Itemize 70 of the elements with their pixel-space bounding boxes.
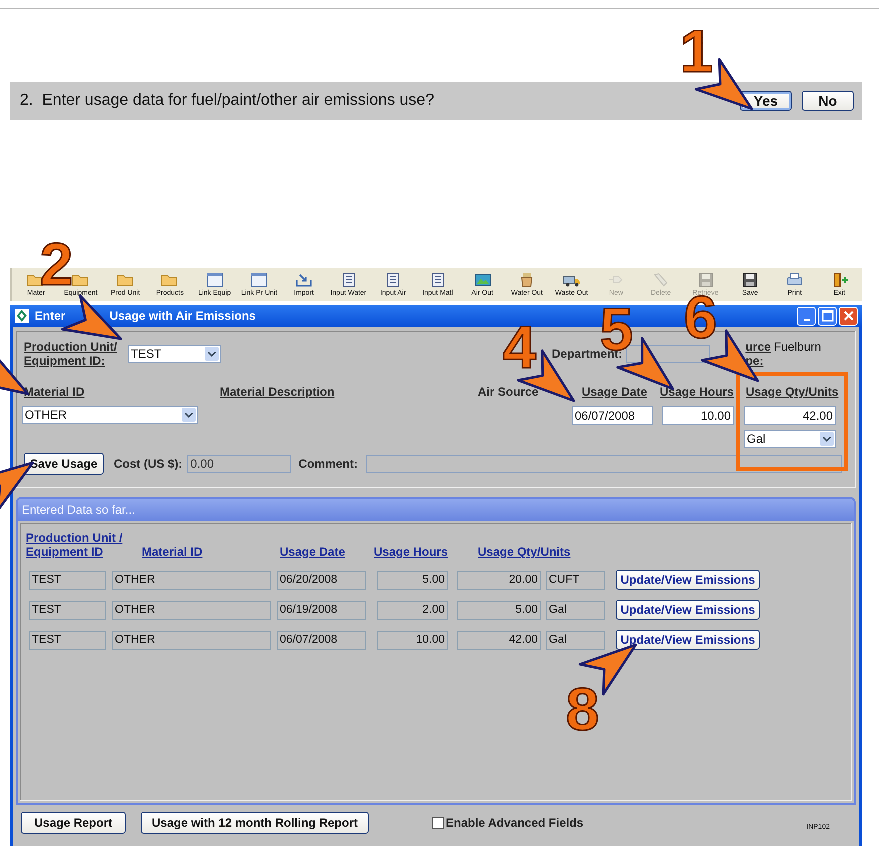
column-header: Material Description [220, 385, 336, 399]
report-button[interactable]: Usage Report [21, 812, 126, 834]
window-icon [206, 272, 224, 288]
column-header: Usage Hours [374, 545, 450, 559]
close-button[interactable] [839, 306, 858, 326]
usage-hours-field[interactable]: 10.00 [662, 406, 734, 425]
table-cell: Gal [546, 630, 605, 650]
usage-qty-field[interactable]: 42.00 [744, 406, 836, 425]
column-header: Usage Date [582, 385, 648, 399]
field-label: Cost (US $): [114, 457, 183, 471]
minimize-icon [804, 319, 810, 321]
comment-field[interactable] [366, 455, 842, 473]
table-cell: TEST [29, 600, 106, 620]
advanced-fields-checkbox[interactable]: Enable Advanced Fields [432, 816, 584, 830]
maximize-icon [822, 310, 834, 322]
table-cell: 5.00 [377, 570, 448, 590]
update-emissions-button[interactable]: Update/View Emissions [616, 630, 760, 650]
equipment-dropdown[interactable]: TEST [128, 345, 221, 363]
floppy-icon [741, 272, 760, 288]
step-number: 4 [503, 326, 536, 370]
table-cell: 42.00 [457, 630, 541, 650]
column-header: Usage Hours [660, 385, 736, 399]
report-button[interactable]: Usage with 12 month Rolling Report [141, 812, 369, 834]
column-header: Air Source [478, 385, 540, 399]
column-header: Production Unit / Equipment ID [26, 531, 124, 559]
table-cell: 10.00 [377, 630, 448, 650]
window-icon [250, 272, 268, 288]
update-emissions-button[interactable]: Update/View Emissions [616, 600, 760, 620]
table-cell: OTHER [112, 630, 271, 650]
table-cell: 2.00 [377, 600, 448, 620]
window-title: Enter [35, 309, 66, 323]
column-header: Material ID [142, 545, 204, 559]
cost-field[interactable]: 0.00 [186, 455, 291, 473]
maximize-button[interactable] [818, 306, 837, 326]
step-number: 2 [40, 243, 74, 286]
usage-date-field[interactable]: 06/07/2008 [572, 406, 653, 425]
table-cell: OTHER [112, 600, 271, 620]
step-number: 1 [680, 30, 714, 74]
question-text: 2. Enter usage data for fuel/paint/other air emissions use? [20, 92, 434, 110]
floppy-icon [696, 272, 715, 288]
table-cell: TEST [29, 570, 106, 590]
table-cell: 5.00 [457, 600, 541, 620]
material-dropdown[interactable]: OTHER [22, 406, 198, 424]
printer-icon [786, 272, 804, 288]
eraser-icon [652, 272, 670, 288]
field-label: Production Unit/ Equipment ID: [24, 340, 118, 368]
table-cell: 06/20/2008 [277, 570, 366, 590]
update-emissions-button[interactable]: Update/View Emissions [616, 570, 760, 590]
source-type-value: Fuelburn [774, 340, 822, 354]
table-cell: 20.00 [457, 570, 541, 590]
field-label: Comment: [298, 457, 358, 471]
table-cell: OTHER [112, 570, 271, 590]
column-header: Usage Date [280, 545, 346, 559]
picture-icon [474, 272, 492, 288]
panel-title: Entered Data so far... [22, 503, 136, 517]
table-cell: TEST [29, 630, 106, 650]
window-title: Usage with Air Emissions [110, 309, 256, 323]
diamond-icon [15, 309, 29, 323]
no-button[interactable]: No [802, 91, 854, 111]
table-cell: Gal [546, 600, 605, 620]
table-cell: CUFT [546, 570, 605, 590]
column-header: Usage Qty/Units [478, 545, 572, 559]
column-header: Usage Qty/Units [746, 385, 840, 399]
table-cell: 06/19/2008 [277, 600, 366, 620]
step-number: 8 [566, 688, 600, 732]
table-cell: 06/07/2008 [277, 630, 366, 650]
unit-dropdown[interactable]: Gal [744, 430, 836, 448]
minimize-button[interactable] [797, 306, 816, 326]
close-icon [842, 310, 854, 322]
import-icon [295, 272, 314, 288]
